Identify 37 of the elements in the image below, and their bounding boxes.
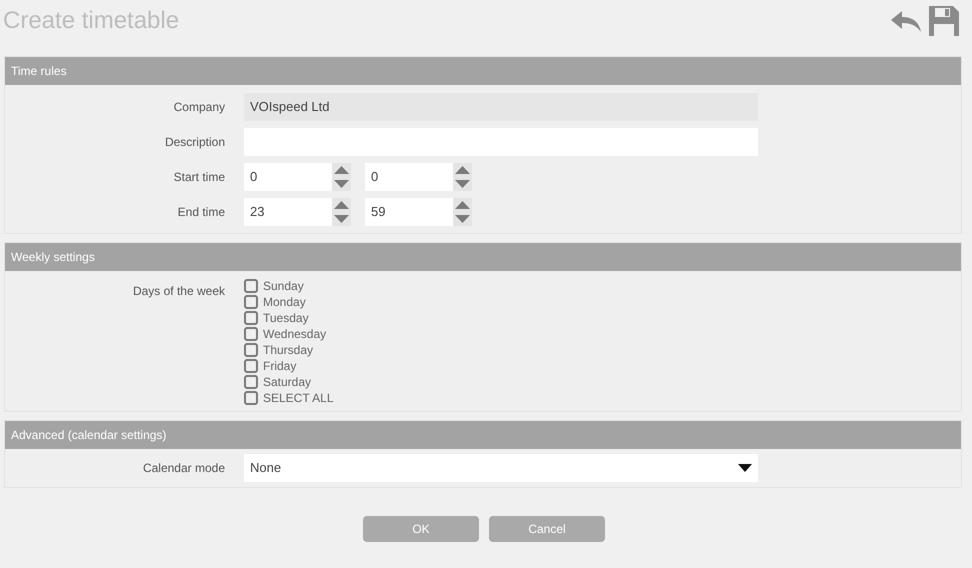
checkbox-label: Monday	[263, 294, 306, 311]
checkbox[interactable]	[244, 375, 258, 389]
field-label: Start time	[172, 168, 226, 186]
checkbox-label: Tuesday	[263, 310, 309, 327]
checkbox[interactable]	[244, 311, 258, 325]
field-label: End time	[176, 204, 226, 220]
checkbox-label: Friday	[263, 358, 296, 375]
spinner-arrows-icon[interactable]	[332, 162, 351, 190]
checkbox-label: SELECT ALL	[263, 390, 334, 407]
dropdown-caret-icon	[738, 464, 752, 472]
checkbox-label: Sunday	[263, 278, 304, 295]
field-label: Company	[172, 98, 226, 116]
field-label: Days of the week	[132, 283, 226, 300]
checkbox[interactable]	[244, 327, 258, 341]
number-field[interactable]: 59	[365, 198, 453, 226]
spinner-arrows-icon[interactable]	[453, 162, 472, 190]
back-arrow-icon[interactable]	[890, 9, 922, 33]
checkbox[interactable]	[244, 279, 258, 293]
spinner-arrows-icon[interactable]	[332, 198, 351, 226]
calendar-mode-dropdown[interactable]: None	[244, 454, 758, 482]
checkbox[interactable]	[244, 359, 258, 373]
checkbox[interactable]	[244, 295, 258, 309]
number-field[interactable]: 0	[244, 162, 332, 190]
section-header: Time rules	[5, 57, 961, 85]
spinner-arrows-icon[interactable]	[453, 198, 472, 226]
checkbox[interactable]	[244, 343, 258, 357]
checkbox[interactable]	[244, 391, 258, 405]
save-icon[interactable]	[928, 5, 960, 37]
number-field[interactable]: 0	[365, 162, 453, 190]
field-label: Description	[164, 134, 226, 150]
number-field[interactable]: 23	[244, 198, 332, 226]
section-header: Weekly settings	[5, 243, 961, 271]
checkbox-label: Saturday	[263, 374, 312, 391]
section-header: Advanced (calendar settings)	[5, 421, 961, 449]
checkbox-label: Thursday	[263, 342, 314, 359]
checkbox-label: Wednesday	[263, 326, 326, 343]
field-label: Calendar mode	[142, 460, 226, 477]
